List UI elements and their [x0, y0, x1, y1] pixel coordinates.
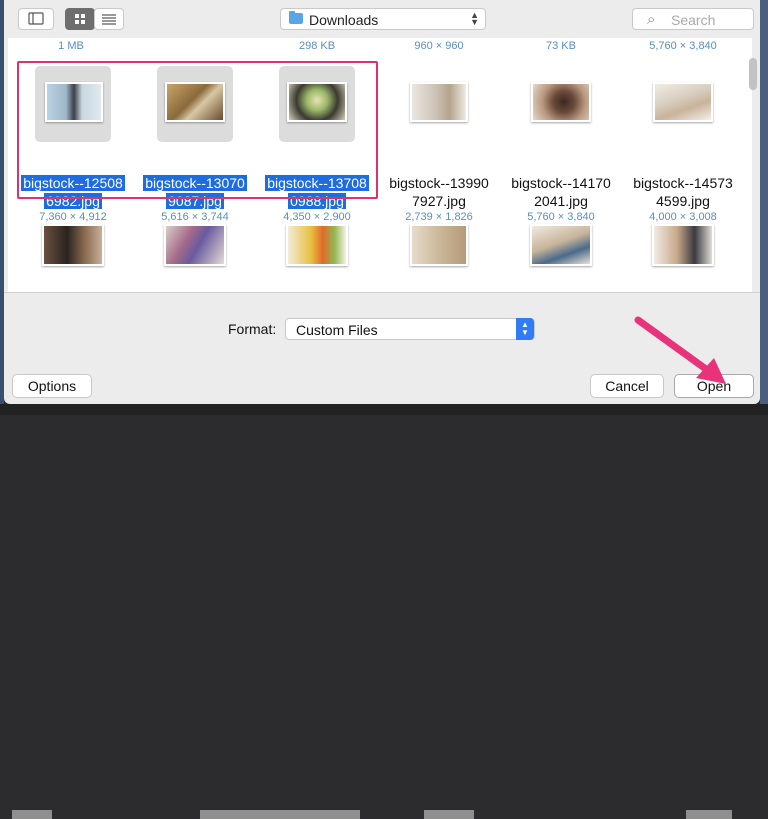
location-popup[interactable]: Downloads ▲ ▼ — [280, 8, 486, 30]
dialog-toolbar: Downloads ▲ ▼ ⌕ Search — [4, 0, 760, 38]
divider — [4, 292, 760, 293]
search-placeholder: Search — [671, 12, 716, 28]
image-thumbnail[interactable] — [652, 224, 714, 266]
file-dimensions: 4,350 × 2,900 — [283, 211, 351, 223]
background-window — [0, 404, 768, 819]
file-info: 298 KB — [298, 40, 336, 52]
image-thumbnail[interactable] — [42, 224, 104, 266]
file-dimensions: 5,760 × 3,840 — [527, 211, 595, 223]
file-dimensions: 2,739 × 1,826 — [405, 211, 473, 223]
file-dimensions: 7,360 × 4,912 — [39, 211, 107, 223]
image-thumbnail[interactable] — [164, 224, 226, 266]
image-thumbnail — [410, 82, 468, 122]
file-info: 960 × 960 — [414, 40, 464, 52]
file-info: 73 KB — [546, 40, 576, 52]
location-label: Downloads — [309, 12, 379, 28]
file-info: 5,760 × 3,840 — [649, 40, 717, 52]
list-icon — [102, 14, 116, 25]
background-thumbnail — [686, 810, 732, 819]
file-dimensions: 4,000 × 3,008 — [649, 211, 717, 223]
image-thumbnail — [653, 82, 713, 122]
background-thumbnail — [12, 810, 52, 819]
file-name: bigstock--13990 7927.jpg — [389, 175, 489, 209]
chevron-updown-icon: ▲ ▼ — [516, 318, 534, 340]
image-thumbnail[interactable] — [410, 224, 468, 266]
format-popup[interactable]: Custom Files ▲ ▼ — [285, 318, 535, 340]
image-thumbnail[interactable] — [286, 224, 348, 266]
file-item[interactable]: bigstock--14170 2041.jpg 5,760 × 3,840 — [500, 66, 622, 226]
folder-icon — [289, 11, 303, 24]
annotation-highlight-box — [17, 61, 378, 199]
chevron-updown-icon: ▲ ▼ — [470, 10, 479, 27]
icon-view-button[interactable] — [65, 8, 95, 30]
sidebar-toggle-button[interactable] — [18, 8, 54, 30]
scrollbar[interactable] — [746, 52, 760, 292]
grid-icon — [75, 14, 85, 24]
sidebar-icon — [28, 12, 44, 25]
format-value: Custom Files — [296, 322, 378, 338]
options-button[interactable]: Options — [12, 374, 92, 398]
file-item[interactable]: bigstock--14573 4599.jpg 4,000 × 3,008 — [622, 66, 744, 226]
annotation-arrow-icon — [634, 316, 726, 384]
previous-row-metadata: 1 MB 298 KB 960 × 960 73 KB 5,760 × 3,84… — [8, 38, 752, 56]
background-thumbnail — [200, 810, 360, 819]
file-name: bigstock--14573 4599.jpg — [633, 175, 733, 209]
search-icon: ⌕ — [647, 11, 656, 28]
desktop-edge-right — [760, 0, 768, 415]
background-thumbnail — [424, 810, 474, 819]
file-item[interactable]: bigstock--13990 7927.jpg 2,739 × 1,826 — [378, 66, 500, 226]
list-view-button[interactable] — [94, 8, 124, 30]
open-file-dialog: Downloads ▲ ▼ ⌕ Search 1 MB 298 KB 960 × … — [4, 0, 760, 404]
search-field[interactable]: ⌕ Search — [632, 8, 754, 30]
format-label: Format: — [228, 321, 277, 337]
file-dimensions: 5,616 × 3,744 — [161, 211, 229, 223]
image-thumbnail[interactable] — [530, 224, 592, 266]
file-info: 1 MB — [58, 40, 84, 52]
image-thumbnail — [531, 82, 591, 122]
file-name: bigstock--14170 2041.jpg — [511, 175, 611, 209]
scroll-thumb[interactable] — [749, 58, 757, 90]
